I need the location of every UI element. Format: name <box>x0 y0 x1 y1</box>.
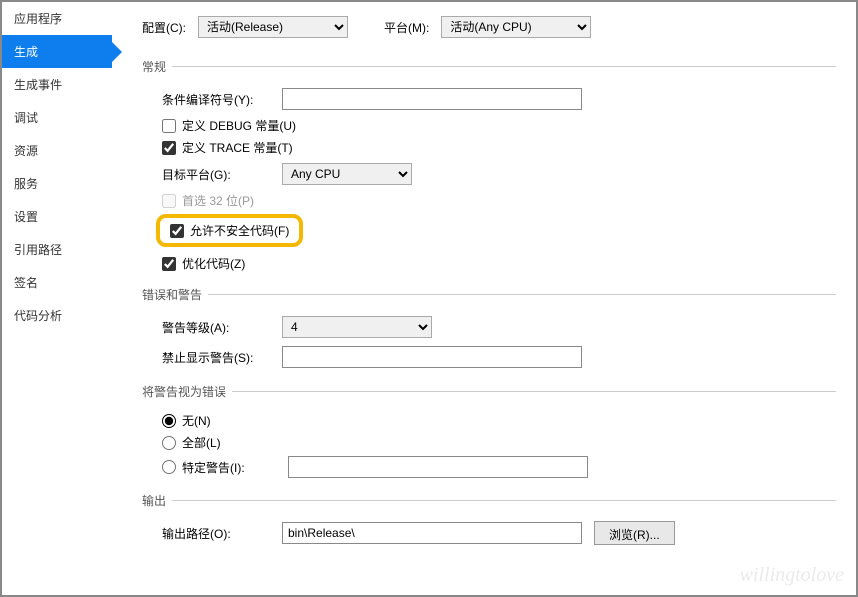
sidebar-item-debug[interactable]: 调试 <box>2 101 112 134</box>
config-select[interactable]: 活动(Release) <box>198 16 348 38</box>
sidebar-item-settings[interactable]: 设置 <box>2 200 112 233</box>
output-path-input[interactable] <box>282 522 582 544</box>
warning-level-select[interactable]: 4 <box>282 316 432 338</box>
conditional-symbols-label: 条件编译符号(Y): <box>162 91 282 108</box>
sidebar-item-reference-paths[interactable]: 引用路径 <box>2 233 112 266</box>
sidebar-item-signing[interactable]: 签名 <box>2 266 112 299</box>
unsafe-code-checkbox[interactable] <box>170 224 184 238</box>
trace-const-checkbox[interactable] <box>162 141 176 155</box>
treat-specific-radio[interactable] <box>162 460 176 474</box>
trace-const-label: 定义 TRACE 常量(T) <box>182 139 293 156</box>
section-general: 常规 <box>142 58 836 75</box>
browse-button[interactable]: 浏览(R)... <box>594 521 675 545</box>
sidebar-item-code-analysis[interactable]: 代码分析 <box>2 299 112 332</box>
sidebar-item-services[interactable]: 服务 <box>2 167 112 200</box>
unsafe-highlight: 允许不安全代码(F) <box>156 214 303 247</box>
suppress-warnings-label: 禁止显示警告(S): <box>162 349 282 366</box>
treat-none-label: 无(N) <box>182 412 211 429</box>
section-output: 输出 <box>142 492 836 509</box>
sidebar: 应用程序 生成 生成事件 调试 资源 服务 设置 引用路径 签名 代码分析 <box>2 2 112 595</box>
optimize-label: 优化代码(Z) <box>182 255 245 272</box>
config-label: 配置(C): <box>142 19 186 36</box>
debug-const-label: 定义 DEBUG 常量(U) <box>182 117 296 134</box>
prefer-32bit-label: 首选 32 位(P) <box>182 192 254 209</box>
prefer-32bit-checkbox <box>162 194 176 208</box>
treat-all-label: 全部(L) <box>182 434 221 451</box>
sidebar-item-application[interactable]: 应用程序 <box>2 2 112 35</box>
warning-level-label: 警告等级(A): <box>162 319 282 336</box>
sidebar-item-build[interactable]: 生成 <box>2 35 112 68</box>
treat-specific-input[interactable] <box>288 456 588 478</box>
section-treat-warnings: 将警告视为错误 <box>142 383 836 400</box>
sidebar-item-build-events[interactable]: 生成事件 <box>2 68 112 101</box>
platform-select[interactable]: 活动(Any CPU) <box>441 16 591 38</box>
optimize-checkbox[interactable] <box>162 257 176 271</box>
section-errors: 错误和警告 <box>142 286 836 303</box>
target-platform-label: 目标平台(G): <box>162 166 282 183</box>
debug-const-checkbox[interactable] <box>162 119 176 133</box>
treat-none-radio[interactable] <box>162 414 176 428</box>
treat-specific-label: 特定警告(I): <box>182 459 282 476</box>
target-platform-select[interactable]: Any CPU <box>282 163 412 185</box>
main-panel: 配置(C): 活动(Release) 平台(M): 活动(Any CPU) 常规… <box>112 2 856 595</box>
treat-all-radio[interactable] <box>162 436 176 450</box>
suppress-warnings-input[interactable] <box>282 346 582 368</box>
sidebar-item-resources[interactable]: 资源 <box>2 134 112 167</box>
output-path-label: 输出路径(O): <box>162 525 282 542</box>
conditional-symbols-input[interactable] <box>282 88 582 110</box>
unsafe-code-label: 允许不安全代码(F) <box>190 222 289 239</box>
platform-label: 平台(M): <box>384 19 429 36</box>
